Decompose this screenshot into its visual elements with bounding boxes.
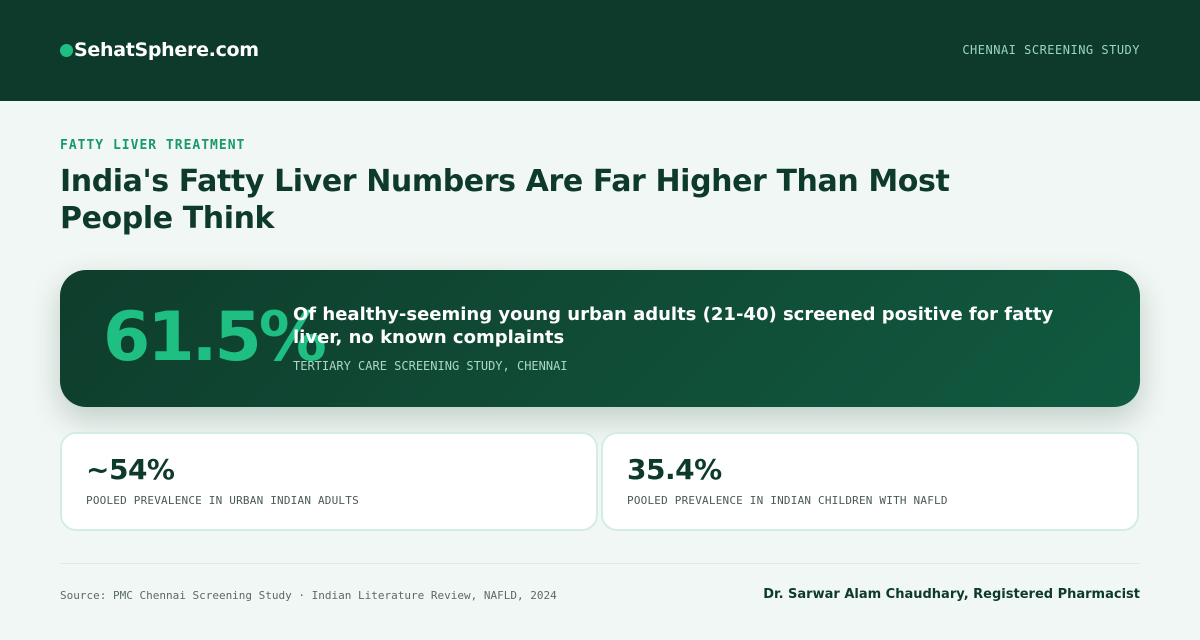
- stat-card-value: 35.4%: [627, 453, 722, 486]
- stat-card-value: ~54%: [86, 453, 175, 486]
- hero-stat-description: Of healthy-seeming young urban adults (2…: [293, 304, 1054, 348]
- brand-logo[interactable]: SehatSphere.com: [60, 38, 259, 62]
- header-tagline: CHENNAI SCREENING STUDY: [962, 43, 1140, 57]
- footer-divider: [60, 563, 1140, 564]
- article-category: FATTY LIVER TREATMENT: [60, 138, 246, 153]
- brand-name: SehatSphere.com: [74, 39, 259, 61]
- stat-card-label: POOLED PREVALENCE IN INDIAN CHILDREN WIT…: [627, 494, 948, 507]
- hero-stat-card: 61.5% Of healthy-seeming young urban adu…: [60, 270, 1140, 407]
- source-citation: Source: PMC Chennai Screening Study · In…: [60, 589, 557, 602]
- brand-dot-icon: [60, 43, 73, 57]
- hero-stat-source: TERTIARY CARE SCREENING STUDY, CHENNAI: [293, 359, 568, 373]
- stat-card-label: POOLED PREVALENCE IN URBAN INDIAN ADULTS: [86, 494, 359, 507]
- top-banner: SehatSphere.com CHENNAI SCREENING STUDY: [0, 0, 1200, 101]
- stat-card-urban-adults: ~54% POOLED PREVALENCE IN URBAN INDIAN A…: [60, 432, 598, 531]
- page-title: India's Fatty Liver Numbers Are Far High…: [60, 164, 950, 236]
- author-credit: Dr. Sarwar Alam Chaudhary, Registered Ph…: [763, 587, 1140, 602]
- hero-stat-value: 61.5%: [103, 298, 327, 377]
- stat-card-children: 35.4% POOLED PREVALENCE IN INDIAN CHILDR…: [601, 432, 1139, 531]
